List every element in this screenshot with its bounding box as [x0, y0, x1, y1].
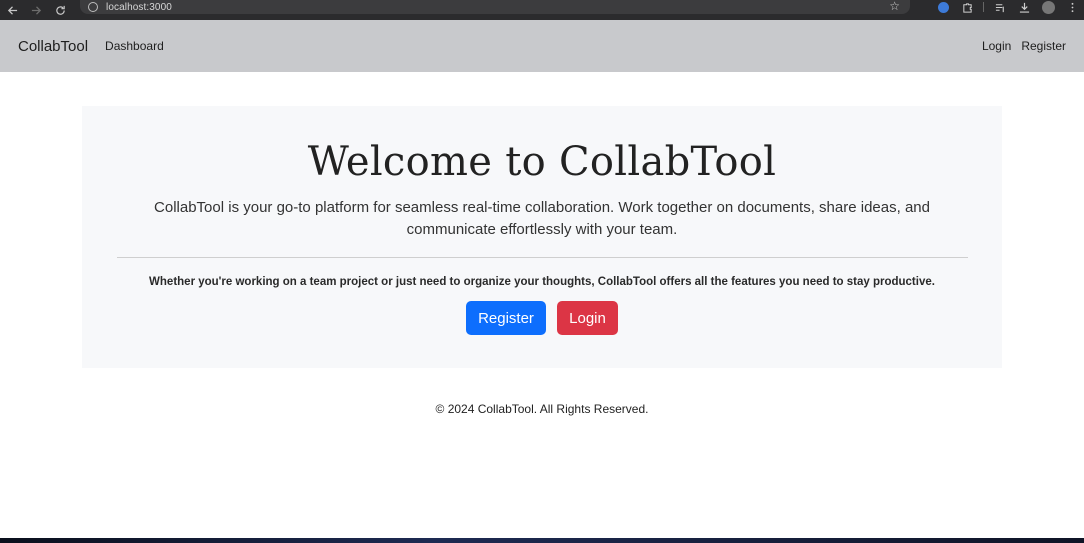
browser-toolbar: localhost:3000 ☆ — [0, 0, 1084, 20]
back-icon[interactable] — [0, 0, 24, 20]
browser-tools — [931, 0, 1084, 14]
toolbar-separator — [983, 2, 984, 12]
hero-actions: Register Login — [82, 301, 1002, 335]
forward-icon[interactable] — [24, 0, 48, 20]
login-button[interactable]: Login — [557, 301, 618, 335]
nav-login-link[interactable]: Login — [982, 39, 1011, 53]
url-text[interactable]: localhost:3000 — [106, 2, 172, 13]
app-navbar: CollabTool Dashboard Login Register — [0, 20, 1084, 72]
register-button[interactable]: Register — [466, 301, 546, 335]
hero-title: Welcome to CollabTool — [307, 139, 777, 185]
more-vert-icon[interactable] — [1060, 0, 1084, 14]
reading-list-icon[interactable] — [988, 0, 1012, 14]
brand-link[interactable]: CollabTool — [18, 38, 88, 55]
site-info-icon[interactable] — [88, 2, 98, 12]
hero-section: Welcome to CollabTool CollabTool is your… — [82, 106, 1002, 368]
bookmark-star-icon[interactable]: ☆ — [889, 0, 900, 13]
nav-auth-links: Login Register — [982, 39, 1066, 53]
hero-subtext: Whether you're working on a team project… — [149, 276, 935, 288]
download-icon[interactable] — [1012, 0, 1036, 14]
footer-copyright: © 2024 CollabTool. All Rights Reserved. — [435, 402, 649, 416]
hero-lead-text: CollabTool is your go-to platform for se… — [154, 199, 930, 238]
taskbar-edge — [0, 538, 1084, 543]
puzzle-icon[interactable] — [955, 0, 979, 14]
profile-avatar[interactable] — [1036, 0, 1060, 14]
nav-register-link[interactable]: Register — [1021, 39, 1066, 53]
nav-dashboard-link[interactable]: Dashboard — [105, 39, 164, 53]
reload-icon[interactable] — [48, 0, 72, 20]
extension-icon[interactable] — [931, 0, 955, 14]
hero-divider — [116, 257, 968, 258]
address-bar[interactable]: localhost:3000 ☆ — [80, 0, 910, 14]
